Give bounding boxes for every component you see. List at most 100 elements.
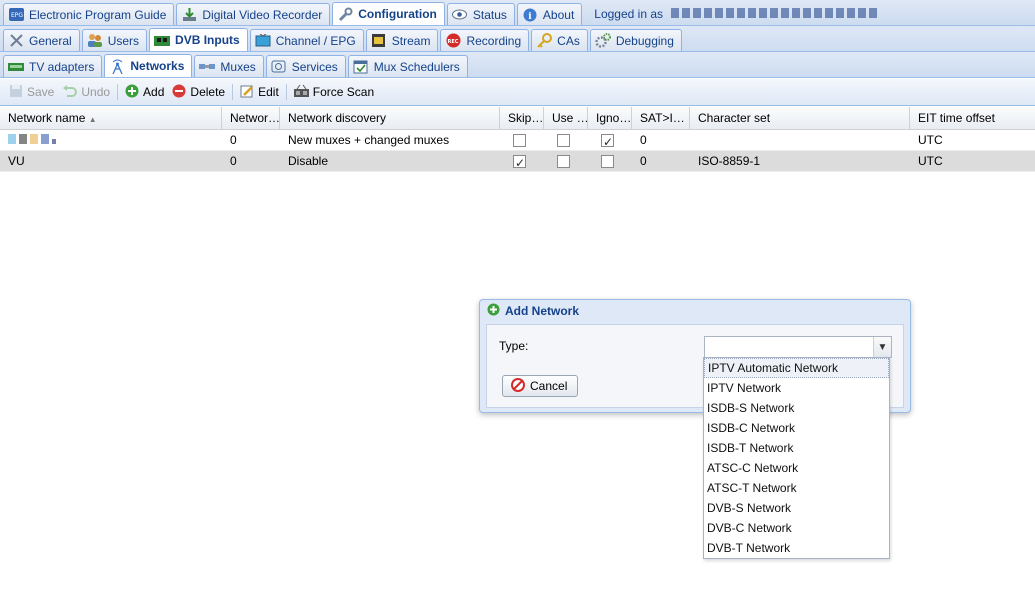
tab-label: Recording (466, 33, 522, 48)
dvb-card-icon (154, 32, 171, 48)
tab-debugging[interactable]: Debugging (589, 29, 682, 51)
dropdown-option[interactable]: ISDB-C Network (704, 418, 889, 438)
adapter-icon (8, 59, 24, 75)
column-header-network-discovery[interactable]: Network discovery (280, 107, 500, 130)
dropdown-option[interactable]: ATSC-C Network (704, 458, 889, 478)
dialog-title-bar[interactable]: Add Network (480, 300, 910, 322)
cancel-button[interactable]: Cancel (502, 375, 579, 397)
column-header-use[interactable]: Use … (544, 107, 588, 130)
column-header-ignore[interactable]: Igno… (588, 107, 632, 130)
tab-services[interactable]: Services (265, 55, 346, 77)
edit-icon (240, 84, 254, 101)
dropdown-option[interactable]: ISDB-S Network (704, 398, 889, 418)
tab-users[interactable]: Users (81, 29, 148, 51)
column-header-network-name[interactable]: Network name ▲ (0, 107, 222, 130)
undo-icon (62, 84, 78, 101)
tab-stream[interactable]: Stream (365, 29, 439, 51)
tab-label: Digital Video Recorder (202, 7, 323, 22)
eit-offset-cell: UTC (918, 154, 943, 168)
users-icon (87, 33, 103, 49)
tab-configuration[interactable]: Configuration (332, 2, 445, 25)
scheduler-icon (353, 59, 369, 75)
use-checkbox-cell (544, 130, 588, 151)
tab-epg[interactable]: EPG Electronic Program Guide (3, 3, 175, 25)
tab-label: TV adapters (29, 59, 95, 74)
download-icon (181, 7, 197, 23)
table-row[interactable]: 0 New muxes + changed muxes 0 UTC (0, 130, 1035, 151)
save-button[interactable]: Save (5, 81, 58, 103)
tab-label: Mux Schedulers (373, 59, 460, 74)
tab-label: Stream (391, 33, 431, 48)
network-num-cell: 0 (230, 133, 237, 147)
force-scan-label: Force Scan (312, 85, 375, 99)
tab-dvr[interactable]: Digital Video Recorder (176, 3, 331, 25)
tab-channel-epg[interactable]: Channel / EPG (249, 29, 364, 51)
ignore-checkbox[interactable] (601, 155, 614, 169)
discovery-cell: Disable (288, 154, 329, 168)
tab-tv-adapters[interactable]: TV adapters (3, 55, 103, 77)
dropdown-option[interactable]: DVB-S Network (704, 498, 889, 518)
ignore-checkbox[interactable] (601, 132, 614, 151)
use-checkbox-cell (544, 151, 588, 172)
satip-cell: 0 (640, 133, 647, 147)
use-checkbox[interactable] (557, 155, 570, 169)
dropdown-option[interactable]: ISDB-T Network (704, 438, 889, 458)
tab-mux-schedulers[interactable]: Mux Schedulers (347, 55, 468, 77)
save-label: Save (27, 85, 55, 99)
skip-checkbox[interactable] (513, 153, 526, 172)
skip-checkbox-cell (500, 151, 544, 172)
scan-icon (293, 84, 309, 101)
delete-button[interactable]: Delete (168, 81, 229, 103)
column-header-satip[interactable]: SAT>I… (632, 107, 690, 130)
tab-cas[interactable]: CAs (531, 29, 588, 51)
network-name-cell (0, 130, 222, 151)
cancel-label: Cancel (530, 379, 568, 393)
tab-label: Muxes (220, 59, 256, 74)
tab-general[interactable]: General (3, 29, 80, 51)
tab-muxes[interactable]: Muxes (194, 55, 264, 77)
dropdown-option[interactable]: IPTV Automatic Network (704, 358, 889, 378)
delete-icon (172, 84, 186, 101)
login-info: Logged in as (594, 3, 880, 25)
column-header-network-num[interactable]: Networ… (222, 107, 280, 130)
tv-icon (255, 33, 271, 49)
column-header-eit-offset[interactable]: EIT time offset (910, 107, 1035, 130)
add-button[interactable]: Add (121, 81, 168, 103)
undo-button[interactable]: Undo (58, 81, 114, 103)
tab-about[interactable]: i About (516, 3, 583, 25)
dropdown-option[interactable]: IPTV Network (704, 378, 889, 398)
dropdown-option[interactable]: ATSC-T Network (704, 478, 889, 498)
gears-icon (595, 33, 611, 49)
save-icon (9, 84, 23, 101)
type-dropdown-list: IPTV Automatic Network IPTV Network ISDB… (703, 357, 890, 559)
edit-label: Edit (258, 85, 279, 99)
force-scan-button[interactable]: Force Scan (290, 81, 378, 103)
edit-button[interactable]: Edit (236, 81, 283, 103)
table-row[interactable]: VU 0 Disable 0 ISO-8859-1 UTC (0, 151, 1035, 172)
chevron-down-icon[interactable]: ▼ (873, 337, 891, 357)
discovery-cell: New muxes + changed muxes (288, 133, 450, 147)
type-input[interactable] (705, 337, 873, 357)
use-checkbox[interactable] (557, 134, 570, 148)
eye-icon (452, 7, 468, 23)
svg-text:REC: REC (447, 39, 458, 45)
tab-recording[interactable]: REC Recording (440, 29, 530, 51)
charset-cell: ISO-8859-1 (698, 154, 761, 168)
column-header-character-set[interactable]: Character set (690, 107, 910, 130)
tab-networks[interactable]: Networks (104, 54, 193, 77)
tools-icon (8, 33, 24, 49)
svg-text:EPG: EPG (11, 12, 23, 19)
tab-dvb-inputs[interactable]: DVB Inputs (149, 28, 248, 51)
network-num-cell: 0 (230, 154, 237, 168)
column-header-skip[interactable]: Skip… (500, 107, 544, 130)
dropdown-option[interactable]: DVB-T Network (704, 538, 889, 558)
epg-icon: EPG (8, 7, 24, 23)
skip-checkbox[interactable] (513, 134, 526, 148)
tab-label: Services (291, 59, 338, 74)
tab-label: Channel / EPG (275, 33, 356, 48)
grid-body: 0 New muxes + changed muxes 0 UTC VU 0 D… (0, 130, 1035, 172)
type-combobox[interactable]: ▼ (704, 336, 892, 358)
tab-status[interactable]: Status (446, 3, 515, 25)
dropdown-option[interactable]: DVB-C Network (704, 518, 889, 538)
svg-text:i: i (528, 12, 532, 22)
